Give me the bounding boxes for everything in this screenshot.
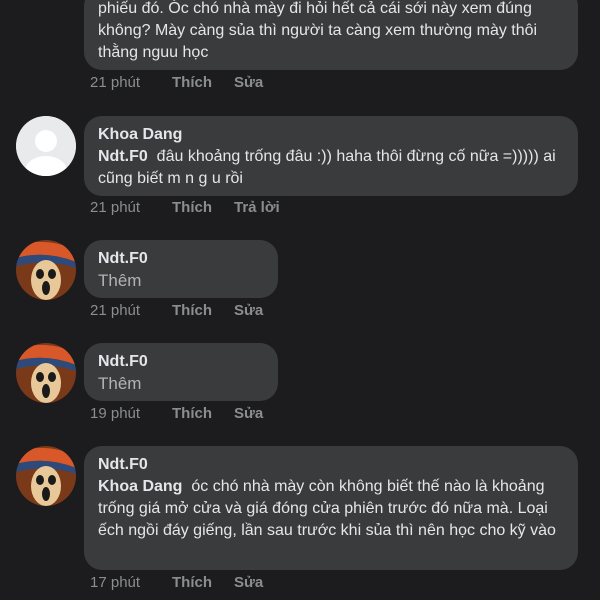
comment-time: 21 phút	[90, 74, 141, 91]
default-avatar-icon	[16, 116, 76, 176]
comment-meta: 21 phút Thích Sửa	[90, 74, 285, 91]
comment-author[interactable]: Khoa Dang	[98, 124, 564, 146]
like-button[interactable]: Thích	[172, 74, 212, 91]
edit-button[interactable]: Sửa	[234, 74, 263, 91]
see-more-link[interactable]: Thêm	[98, 270, 264, 292]
comment-text: Ndt.F0 đâu khoảng trống đâu :)) haha thô…	[98, 146, 564, 190]
avatar-default[interactable]	[16, 116, 76, 176]
avatar-ndt[interactable]	[16, 446, 76, 506]
like-button[interactable]: Thích	[172, 405, 212, 422]
like-button[interactable]: Thích	[172, 302, 212, 319]
scream-face-avatar-icon	[16, 343, 76, 403]
comment-body: đâu khoảng trống đâu :)) haha thôi đừng …	[98, 148, 556, 187]
comment-bubble: Ndt.F0 Khoa Dang óc chó nhà mày còn khôn…	[84, 446, 578, 570]
mention-tag[interactable]: Ndt.F0	[98, 148, 148, 165]
edit-button[interactable]: Sửa	[234, 405, 263, 422]
comment-text: phiếu đó. Óc chó nhà mày đi hỏi hết cả c…	[98, 0, 538, 61]
comment-time: 21 phút	[90, 199, 141, 216]
comment-time: 19 phút	[90, 405, 141, 422]
comment-bubble: Khoa Dang Ndt.F0 đâu khoảng trống đâu :)…	[84, 116, 578, 196]
scream-face-avatar-icon	[16, 446, 76, 506]
reply-button[interactable]: Trả lời	[234, 199, 280, 216]
comment-time: 17 phút	[90, 574, 141, 591]
scream-face-avatar-icon	[16, 240, 76, 300]
like-button[interactable]: Thích	[172, 199, 212, 216]
comment-meta: 21 phút Thích Sửa	[90, 302, 285, 319]
comment-text: Khoa Dang óc chó nhà mày còn không biết …	[98, 476, 564, 542]
like-button[interactable]: Thích	[172, 574, 212, 591]
comment-author[interactable]: Ndt.F0	[98, 351, 264, 373]
comment-bubble: Ndt.F0 Thêm	[84, 240, 278, 298]
comment-bubble: Ndt.F0 Thêm	[84, 343, 278, 401]
edit-button[interactable]: Sửa	[234, 574, 263, 591]
comment-bubble: phiếu đó. Óc chó nhà mày đi hỏi hết cả c…	[84, 0, 578, 70]
avatar-ndt[interactable]	[16, 240, 76, 300]
see-more-link[interactable]: Thêm	[98, 373, 264, 395]
avatar-ndt[interactable]	[16, 343, 76, 403]
comment-time: 21 phút	[90, 302, 141, 319]
comment-author[interactable]: Ndt.F0	[98, 248, 264, 270]
mention-tag[interactable]: Khoa Dang	[98, 478, 182, 495]
edit-button[interactable]: Sửa	[234, 302, 263, 319]
comment-meta: 21 phút Thích Trả lời	[90, 199, 302, 216]
comment-meta: 17 phút Thích Sửa	[90, 574, 285, 591]
comment-meta: 19 phút Thích Sửa	[90, 405, 285, 422]
comment-author[interactable]: Ndt.F0	[98, 454, 564, 476]
